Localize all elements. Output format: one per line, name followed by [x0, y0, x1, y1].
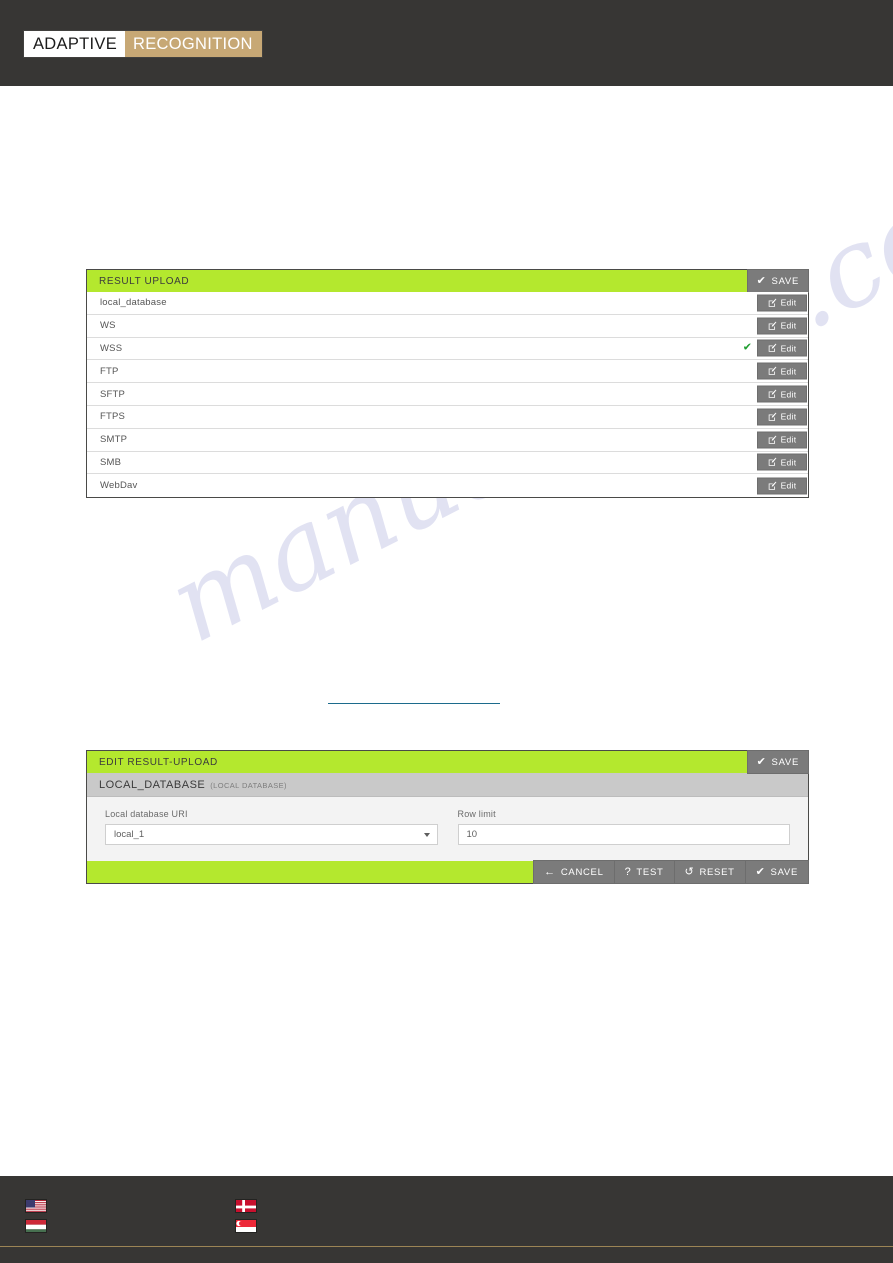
- arrow-left-icon: ←: [544, 865, 556, 878]
- test-button-label: TEST: [636, 866, 664, 878]
- row-edit-button-label: Edit: [780, 457, 797, 468]
- result-upload-row-label: SFTP: [100, 388, 126, 400]
- row-edit-button-label: Edit: [780, 297, 797, 308]
- result-upload-row-label: FTPS: [100, 411, 126, 423]
- result-upload-row[interactable]: WS Edit: [87, 314, 808, 338]
- row-edit-button-label: Edit: [780, 366, 797, 377]
- result-upload-row[interactable]: SMTP Edit: [87, 428, 808, 452]
- row-edit-button[interactable]: Edit: [757, 431, 807, 449]
- edit-footer-button-group: ← CANCEL? TEST ↺ RESET ✔ SAVE: [533, 860, 809, 884]
- row-edit-button-label: Edit: [780, 434, 797, 445]
- pencil-square-icon: [768, 389, 777, 399]
- result-upload-header: RESULT UPLOAD ✔ SAVE: [87, 269, 809, 293]
- row-enabled-check-icon: ✔: [742, 341, 752, 354]
- row-edit-button-label: Edit: [780, 343, 797, 354]
- bottom-footer-bar: [0, 1176, 893, 1263]
- edit-subheader-title: LOCAL_DATABASE: [99, 778, 206, 791]
- result-upload-row[interactable]: FTP Edit: [87, 360, 808, 384]
- pencil-square-icon: [768, 435, 777, 444]
- row-edit-button[interactable]: Edit: [757, 362, 807, 380]
- flag-hu-icon[interactable]: [25, 1219, 47, 1233]
- undo-arrow-icon: ↺: [684, 865, 695, 878]
- brand-logo: ADAPTIVE RECOGNITION: [24, 31, 262, 57]
- flag-sg-icon[interactable]: [235, 1219, 257, 1233]
- reset-button[interactable]: ↺ RESET: [673, 860, 746, 884]
- edit-subheader-subtitle: (LOCAL DATABASE): [210, 781, 287, 790]
- save-button-label: SAVE: [771, 756, 799, 768]
- test-button[interactable]: ? TEST: [613, 860, 675, 884]
- pencil-square-icon: [768, 458, 777, 467]
- row-edit-button[interactable]: Edit: [757, 408, 807, 426]
- local-database-uri-label: Local database URI: [105, 809, 188, 819]
- result-upload-row[interactable]: WSS ✔ Edit: [87, 337, 808, 361]
- row-edit-button[interactable]: Edit: [757, 294, 807, 312]
- local-database-uri-value: local_1: [114, 829, 145, 840]
- row-edit-button-label: Edit: [780, 320, 797, 331]
- row-limit-value: 10: [466, 829, 478, 840]
- row-limit-label: Row limit: [457, 809, 496, 819]
- row-edit-button-label: Edit: [780, 389, 797, 400]
- edit-form-area: Local database URI local_1 Row limit 10: [87, 797, 808, 861]
- row-edit-button-label: Edit: [780, 411, 797, 422]
- row-edit-button-label: Edit: [780, 480, 797, 491]
- result-upload-title: RESULT UPLOAD: [99, 275, 190, 287]
- result-upload-row[interactable]: FTPS Edit: [87, 405, 808, 429]
- reset-button-label: RESET: [699, 866, 735, 878]
- edit-header-save-button[interactable]: ✔ SAVE: [746, 750, 809, 774]
- flag-dk-icon[interactable]: [235, 1199, 257, 1213]
- save-button-label: SAVE: [771, 275, 799, 287]
- row-limit-field-group: Row limit 10: [457, 809, 790, 845]
- result-upload-row-label: WS: [100, 320, 116, 332]
- row-edit-button[interactable]: Edit: [757, 339, 807, 357]
- row-edit-button[interactable]: Edit: [757, 477, 807, 495]
- local-database-uri-select[interactable]: local_1: [105, 824, 438, 845]
- footer-divider-rule: [0, 1246, 893, 1247]
- result-upload-row[interactable]: SMB Edit: [87, 451, 808, 475]
- page-body: [0, 86, 893, 1176]
- pencil-square-icon: [768, 412, 777, 421]
- check-icon: ✔: [756, 274, 767, 287]
- pencil-square-icon: [768, 321, 777, 330]
- row-edit-button[interactable]: Edit: [757, 385, 807, 403]
- result-upload-row-label: FTP: [100, 365, 119, 377]
- local-database-uri-field-group: Local database URI local_1: [105, 809, 438, 845]
- flag-us-icon[interactable]: [25, 1199, 47, 1213]
- row-edit-button[interactable]: Edit: [757, 453, 807, 471]
- chevron-down-icon: [423, 832, 430, 837]
- result-upload-row[interactable]: local_database Edit: [87, 292, 808, 315]
- edit-subheader: LOCAL_DATABASE (LOCAL DATABASE): [87, 773, 808, 797]
- pencil-square-icon: [768, 481, 777, 490]
- pencil-square-icon: [768, 344, 777, 353]
- edit-result-upload-header: EDIT RESULT-UPLOAD ✔ SAVE: [87, 750, 809, 774]
- result-upload-panel: RESULT UPLOAD ✔ SAVE local_database Edit W…: [86, 269, 809, 499]
- save-button-label: SAVE: [770, 866, 798, 878]
- result-upload-row-label: WSS: [100, 342, 123, 354]
- edit-panel-footer: ← CANCEL? TEST ↺ RESET ✔ SAVE: [87, 860, 809, 884]
- cancel-button[interactable]: ← CANCEL: [533, 860, 615, 884]
- check-icon: ✔: [755, 865, 766, 878]
- save-button[interactable]: ✔ SAVE: [744, 860, 809, 884]
- row-edit-button[interactable]: Edit: [757, 317, 807, 335]
- edit-result-upload-title: EDIT RESULT-UPLOAD: [99, 756, 218, 768]
- question-icon: ?: [624, 865, 632, 878]
- cancel-button-label: CANCEL: [560, 866, 604, 878]
- result-upload-row-label: SMTP: [100, 434, 128, 446]
- row-limit-input[interactable]: 10: [457, 824, 790, 845]
- top-header-bar: ADAPTIVE RECOGNITION: [0, 0, 893, 86]
- result-upload-row-label: SMB: [100, 456, 122, 468]
- result-upload-row-label: local_database: [100, 297, 167, 309]
- result-upload-list: local_database Edit WS Edit WSS ✔ Edit FTP Edit S…: [87, 292, 808, 498]
- result-upload-row-label: WebDav: [100, 480, 138, 492]
- result-upload-row[interactable]: WebDav Edit: [87, 474, 808, 498]
- result-upload-row[interactable]: SFTP Edit: [87, 383, 808, 406]
- result-upload-save-button[interactable]: ✔ SAVE: [746, 269, 809, 293]
- check-icon: ✔: [756, 755, 767, 768]
- pencil-square-icon: [768, 366, 777, 376]
- hyperlink-underline[interactable]: [328, 703, 500, 704]
- logo-text-recognition: RECOGNITION: [125, 31, 262, 57]
- logo-text-adaptive: ADAPTIVE: [24, 31, 126, 57]
- pencil-square-icon: [768, 298, 777, 307]
- edit-result-upload-panel: EDIT RESULT-UPLOAD ✔ SAVE LOCAL_DATABASE…: [86, 750, 809, 884]
